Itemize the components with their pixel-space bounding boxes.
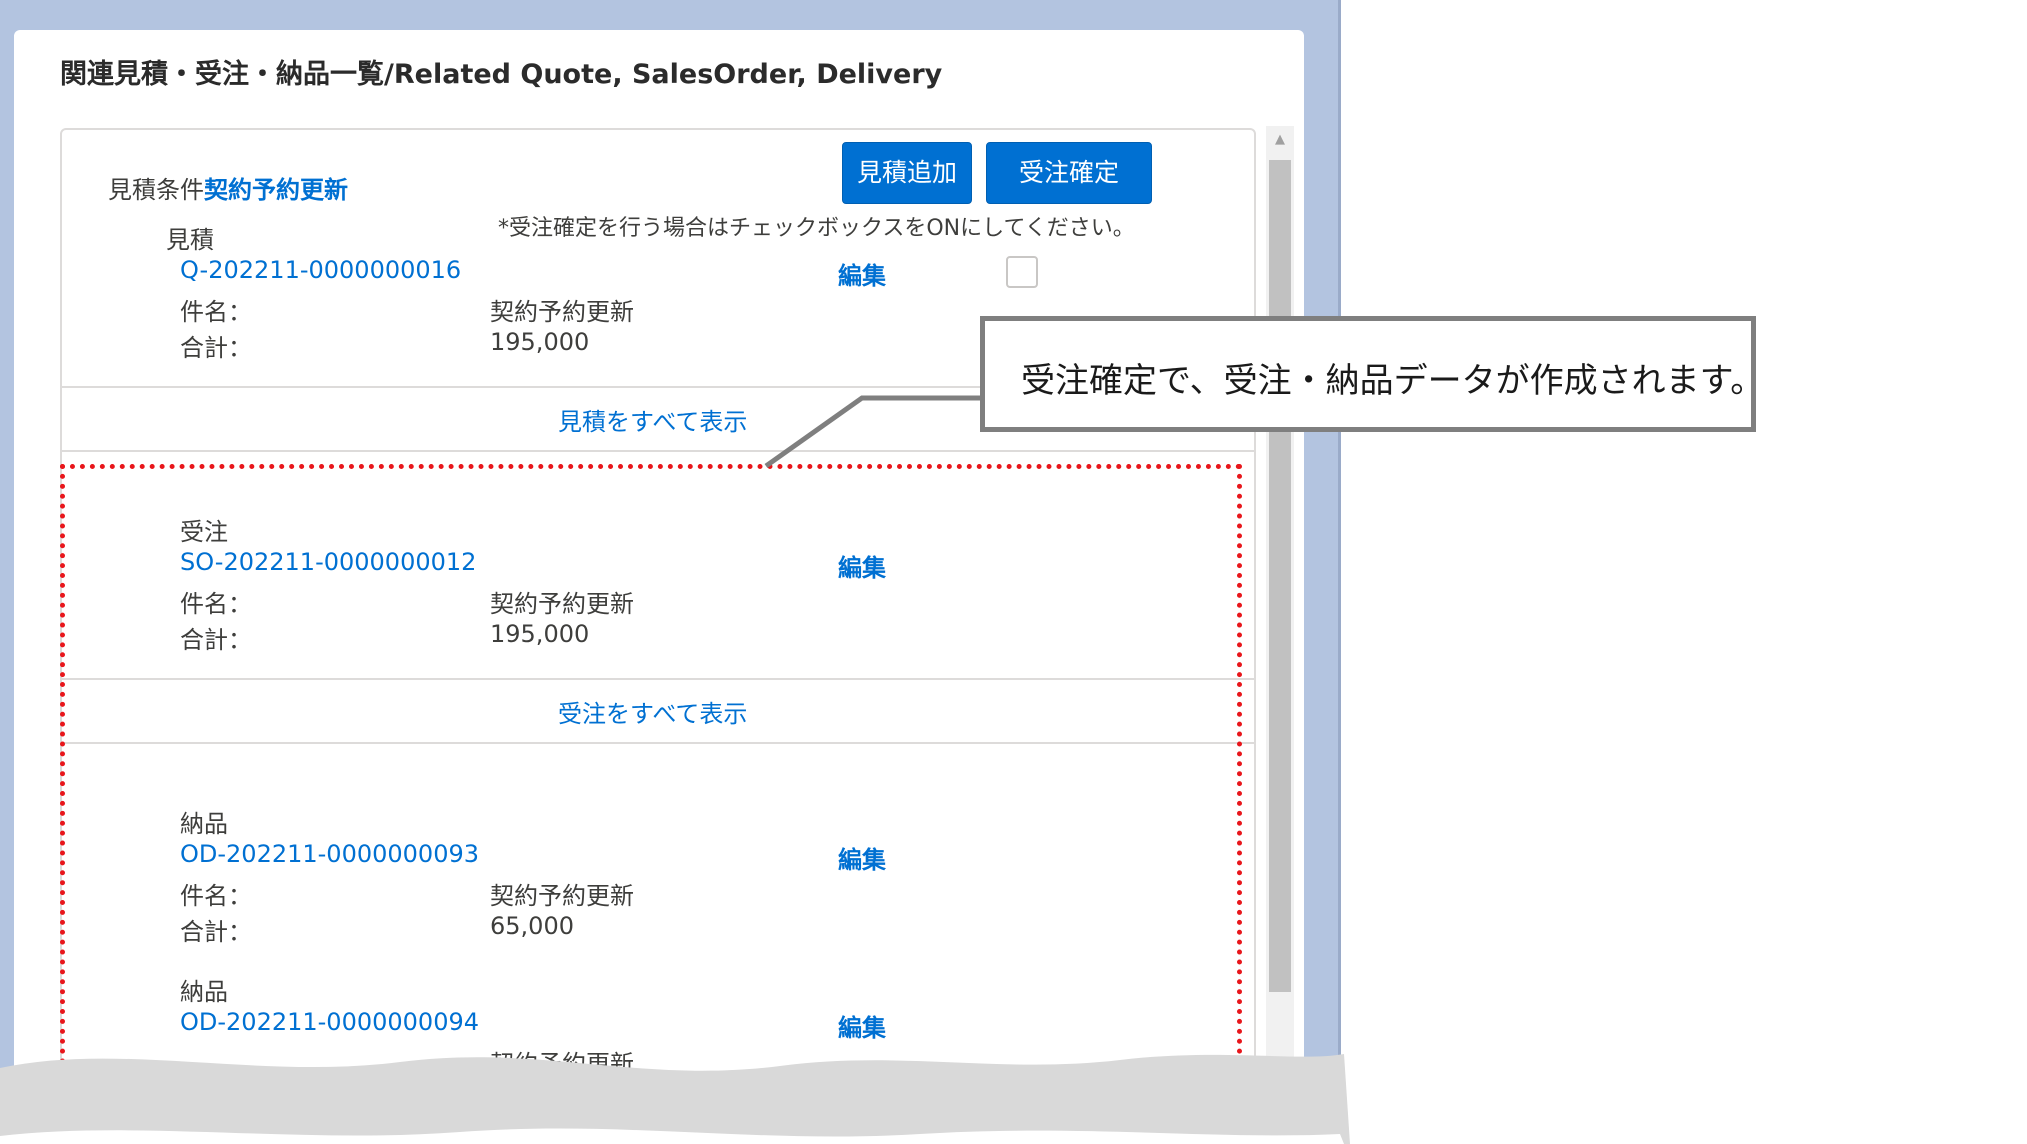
callout-text: 受注確定で、受注・納品データが作成されます。 [1021,361,1765,401]
callout-box: 受注確定で、受注・納品データが作成されます。 [980,316,1764,432]
torn-edge-icon [0,1054,1350,1144]
callout-pointer-icon [764,395,980,469]
